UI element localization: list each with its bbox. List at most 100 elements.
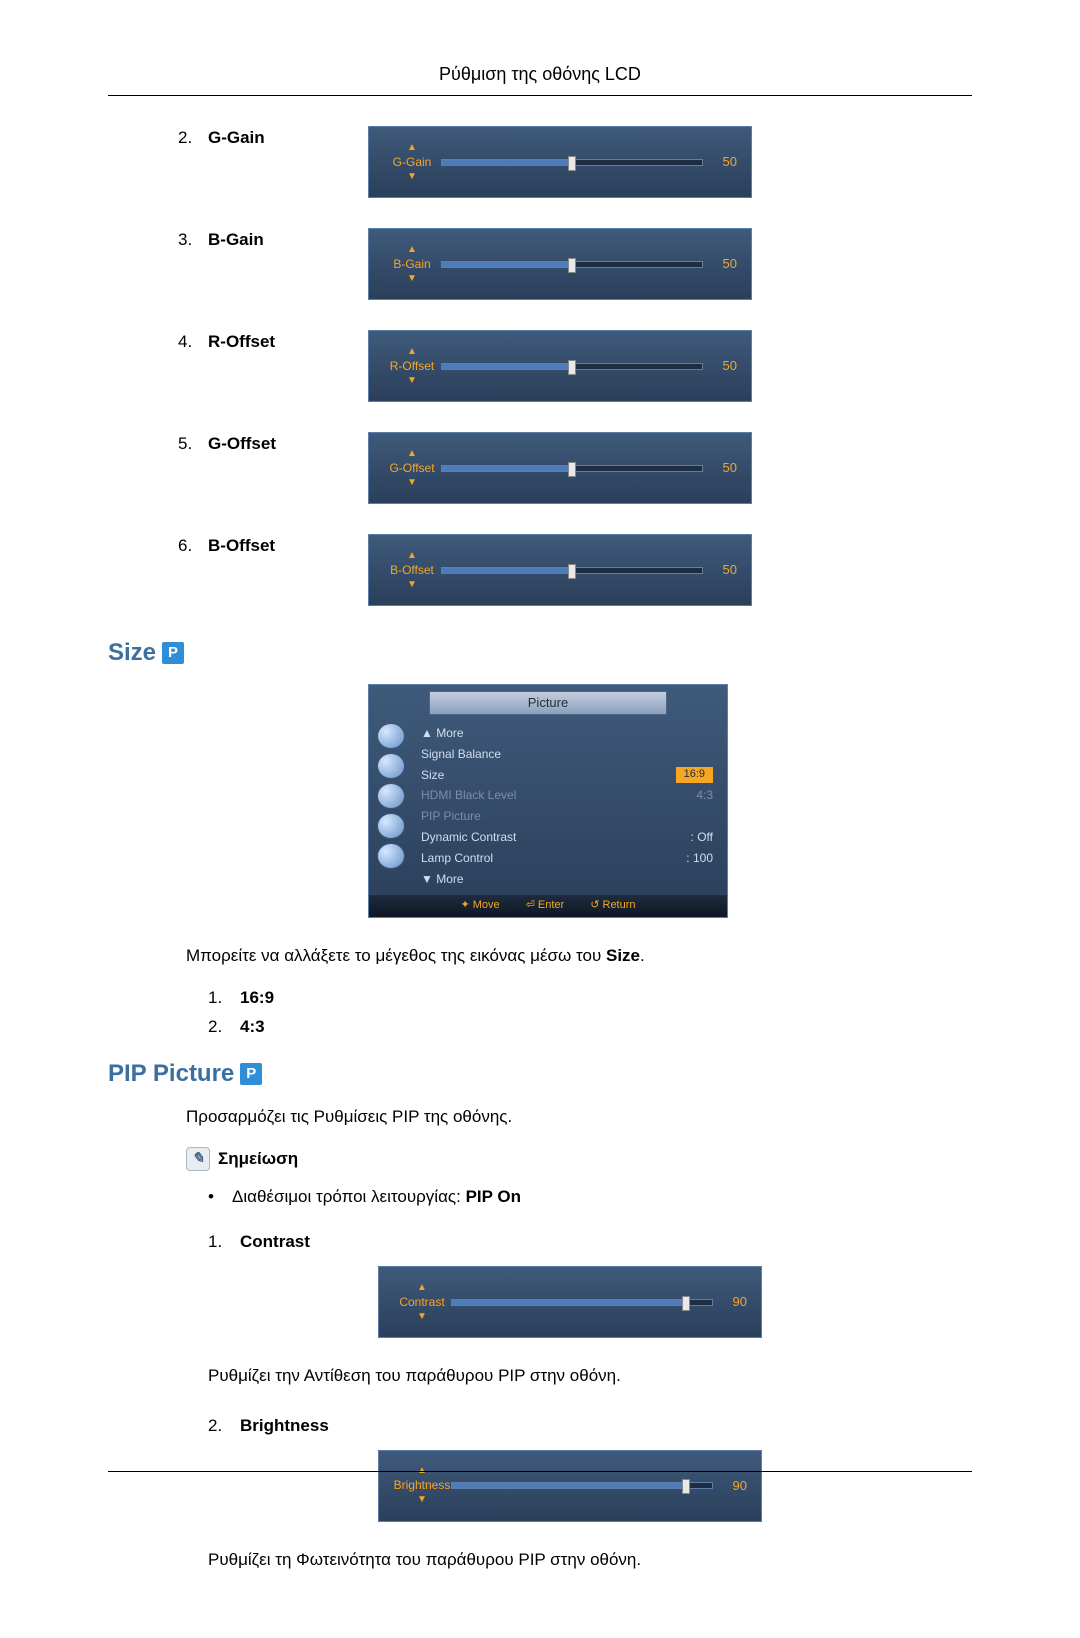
osd-item-label: Lamp Control [421,850,493,867]
osd-icon-column [377,719,411,889]
divider-top [108,95,972,96]
osd-icon [377,813,405,839]
osd-item-label: ▼ More [421,871,464,888]
osd-menu-item[interactable]: ▼ More [421,869,713,890]
size-option: 1.16:9 [208,986,972,1010]
osd-menu-item[interactable]: PIP Picture [421,806,713,827]
note-label: Σημείωση [218,1147,298,1171]
slider-label: B-Gain [393,255,430,274]
osd-item-label: ▲ More [421,725,464,742]
size-description: Μπορείτε να αλλάξετε το μέγεθος της εικό… [186,944,972,968]
osd-footer-move: ✦ Move [460,898,499,913]
arrow-down-icon: ▼ [407,274,417,284]
slider-thumb[interactable] [682,1296,690,1311]
osd-icon [377,843,405,869]
osd-icon [377,753,405,779]
slider-box: ▲ B-Gain ▼ 50 [368,228,752,300]
list-number: 5. [178,432,198,456]
osd-item-label: PIP Picture [421,808,481,825]
pip-item-label: Contrast [240,1230,310,1254]
slider-box: ▲ Brightness ▼ 90 [378,1450,762,1522]
osd-menu-item[interactable]: Dynamic Contrast: Off [421,827,713,848]
size-option: 2.4:3 [208,1015,972,1039]
gain-label: G-Gain [208,126,265,150]
slider-thumb[interactable] [568,360,576,375]
gain-label: B-Offset [208,534,275,558]
list-number: 3. [178,228,198,252]
slider-label: G-Gain [393,153,432,172]
slider-thumb[interactable] [568,156,576,171]
slider-track[interactable] [441,363,703,370]
osd-menu-item[interactable]: Size 16:9 [421,765,713,786]
slider-track[interactable] [451,1482,713,1489]
osd-menu-item[interactable]: Lamp Control : 100 [421,848,713,869]
slider-value: 50 [713,357,737,375]
osd-footer: ✦ Move ⏎ Enter ↺ Return [369,895,727,916]
list-number: 4. [178,330,198,354]
slider-box: ▲ B-Offset ▼ 50 [368,534,752,606]
osd-item-label: Size [421,767,444,784]
slider-label: R-Offset [390,357,434,376]
pip-item-header: 1. Contrast [208,1230,972,1254]
slider-label: B-Offset [390,561,434,580]
arrow-down-icon: ▼ [407,376,417,386]
slider-value: 50 [713,153,737,171]
slider-value: 90 [723,1293,747,1311]
slider-box: ▲ R-Offset ▼ 50 [368,330,752,402]
slider-value: 50 [713,561,737,579]
gain-label: R-Offset [208,330,275,354]
osd-item-label: Signal Balance [421,746,501,763]
osd-menu-item[interactable]: Signal Balance [421,744,713,765]
slider-track[interactable] [441,465,703,472]
size-option-label: 16:9 [240,986,274,1010]
arrow-up-icon: ▲ [407,143,417,153]
slider-box: ▲ G-Gain ▼ 50 [368,126,752,198]
p-badge-icon: P [240,1063,262,1085]
slider-box: ▲ G-Offset ▼ 50 [368,432,752,504]
list-number: 2. [178,126,198,150]
slider-track[interactable] [451,1299,713,1306]
slider-label: Brightness [394,1476,451,1495]
arrow-down-icon: ▼ [407,478,417,488]
slider-track[interactable] [441,159,703,166]
size-heading: Size P [108,636,972,670]
osd-menu-item[interactable]: ▲ More [421,723,713,744]
slider-value: 50 [713,255,737,273]
gain-row: 4. R-Offset ▲ R-Offset ▼ 50 [108,330,972,402]
osd-icon [377,723,405,749]
pip-item-header: 2. Brightness [208,1414,972,1438]
osd-value: 4:3 [696,787,713,804]
slider-thumb[interactable] [568,462,576,477]
gain-row: 2. G-Gain ▲ G-Gain ▼ 50 [108,126,972,198]
arrow-down-icon: ▼ [417,1312,427,1322]
arrow-down-icon: ▼ [407,172,417,182]
osd-value: : Off [691,829,713,846]
slider-value: 50 [713,459,737,477]
osd-value: : 100 [686,850,713,867]
gain-row: 3. B-Gain ▲ B-Gain ▼ 50 [108,228,972,300]
gain-label: B-Gain [208,228,264,252]
list-number: 6. [178,534,198,558]
osd-selected-value: 16:9 [676,767,713,784]
slider-thumb[interactable] [568,258,576,273]
pip-item-description: Ρυθμίζει τη Φωτεινότητα του παράθυρου PI… [208,1548,972,1572]
slider-thumb[interactable] [682,1479,690,1494]
osd-icon [377,783,405,809]
pip-title: PIP Picture [108,1057,234,1091]
slider-track[interactable] [441,261,703,268]
p-badge-icon: P [162,642,184,664]
osd-menu-item[interactable]: HDMI Black Level 4:3 [421,785,713,806]
arrow-up-icon: ▲ [417,1283,427,1293]
osd-title: Picture [429,691,667,715]
page-header: Ρύθμιση της οθόνης LCD [108,62,972,87]
slider-thumb[interactable] [568,564,576,579]
slider-label: G-Offset [389,459,434,478]
arrow-down-icon: ▼ [407,580,417,590]
arrow-up-icon: ▲ [407,449,417,459]
note-icon: ✎ [186,1147,210,1171]
osd-item-label: HDMI Black Level [421,787,516,804]
size-option-label: 4:3 [240,1015,265,1039]
slider-track[interactable] [441,567,703,574]
slider-box: ▲ Contrast ▼ 90 [378,1266,762,1338]
pip-heading: PIP Picture P [108,1057,972,1091]
